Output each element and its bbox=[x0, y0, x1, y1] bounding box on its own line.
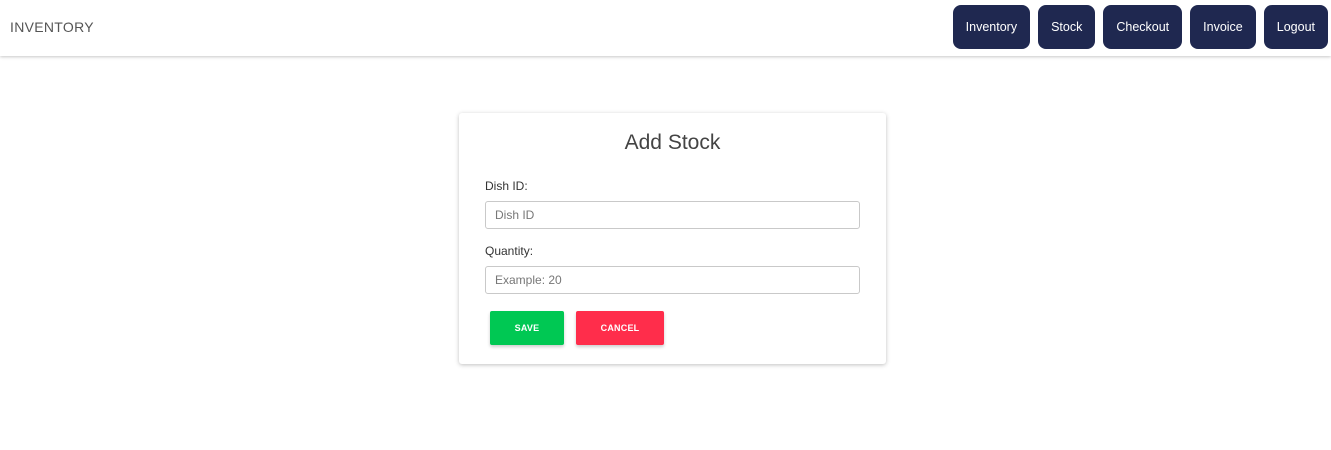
dish-id-input[interactable] bbox=[485, 201, 860, 229]
form-title: Add Stock bbox=[624, 131, 721, 154]
nav-button-group: Inventory Stock Checkout Invoice Logout bbox=[952, 5, 1328, 49]
quantity-input[interactable] bbox=[485, 266, 860, 294]
nav-button-logout[interactable]: Logout bbox=[1263, 5, 1328, 49]
top-navbar: INVENTORY Inventory Stock Checkout Invoi… bbox=[0, 0, 1331, 56]
nav-button-invoice[interactable]: Invoice bbox=[1190, 5, 1256, 49]
cancel-button[interactable]: CANCEL bbox=[576, 311, 664, 345]
nav-button-inventory[interactable]: Inventory bbox=[952, 5, 1031, 49]
dish-id-label: Dish ID: bbox=[485, 179, 528, 193]
save-button[interactable]: SAVE bbox=[490, 311, 564, 345]
add-stock-card: Add Stock Dish ID: Quantity: SAVE CANCEL bbox=[459, 113, 886, 364]
nav-button-stock[interactable]: Stock bbox=[1038, 5, 1096, 49]
nav-button-checkout[interactable]: Checkout bbox=[1103, 5, 1183, 49]
quantity-label: Quantity: bbox=[485, 244, 534, 258]
brand-link[interactable]: INVENTORY bbox=[10, 19, 94, 35]
